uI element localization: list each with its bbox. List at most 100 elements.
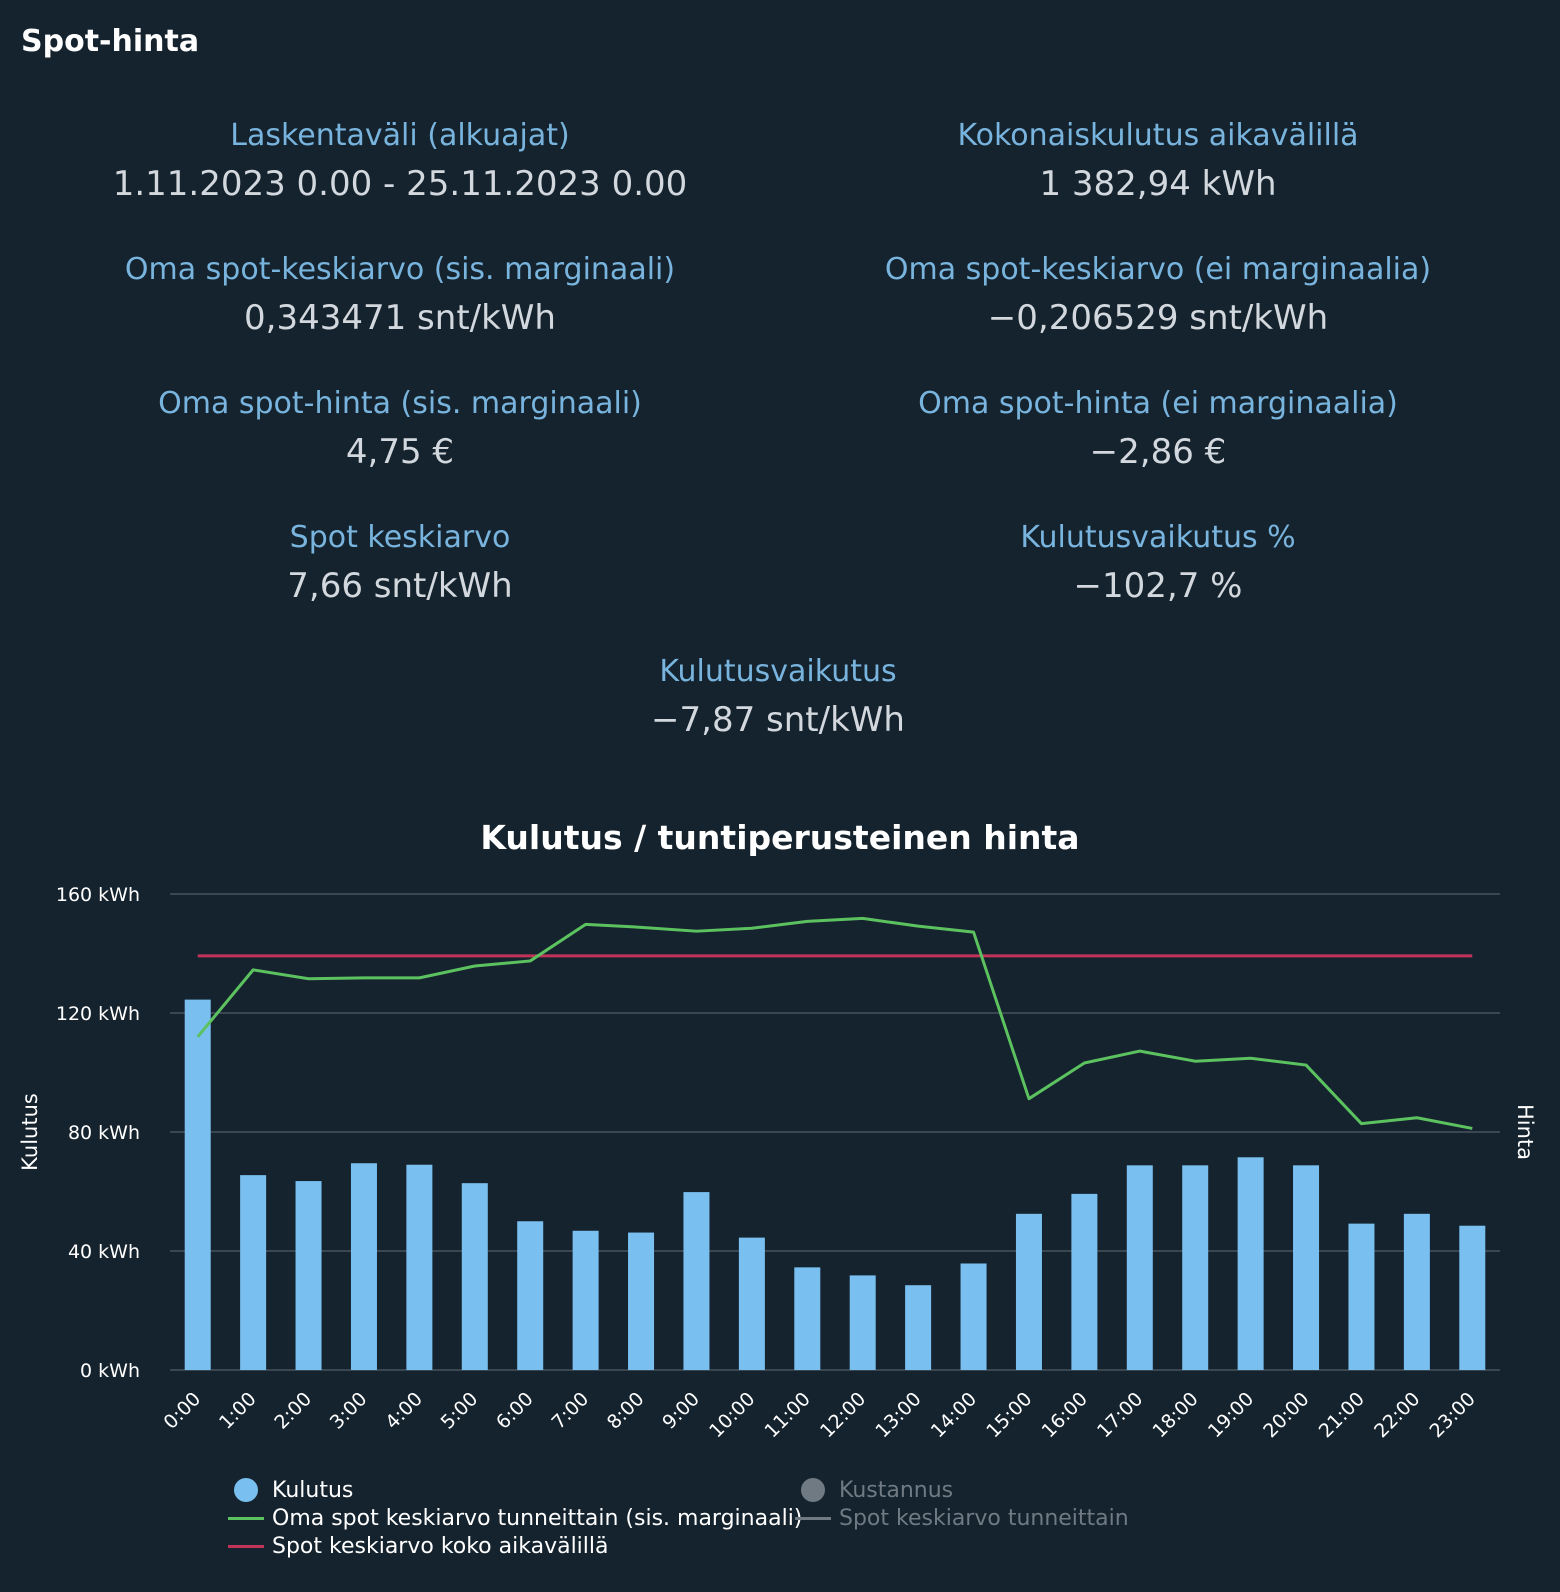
x-tick-label: 5:00 [437,1388,483,1434]
legend-left: Kulutus Oma spot keskiarvo tunneittain (… [212,1476,802,1560]
y-tick-label: 80 kWh [68,1122,140,1144]
stat-calculation-period: Laskentaväli (alkuajat) 1.11.2023 0.00 -… [20,118,780,206]
x-tick-label: 15:00 [982,1388,1036,1442]
chart: 0 kWh 40 kWh 80 kWh 120 kWh 160 kWh Kulutus Hi… [18,884,1537,1442]
bar-kulutus [628,1232,655,1370]
legend-item-spot-avg-hourly[interactable]: Spot keskiarvo tunneittain [779,1504,1129,1532]
legend-marker-spot-avg-hourly [795,1516,831,1520]
bar-kulutus [1015,1213,1042,1370]
stat-value: 0,343471 snt/kWh [244,298,556,338]
x-tick-label: 16:00 [1038,1388,1092,1442]
stat-value: 1.11.2023 0.00 - 25.11.2023 0.00 [112,164,688,204]
bar-kulutus [1071,1193,1098,1370]
bar-kulutus [406,1164,433,1370]
bar-kulutus [738,1237,765,1370]
legend-label: Kulutus [272,1477,354,1503]
bar-kulutus [350,1163,377,1370]
stat-label: Kulutusvaikutus % [1020,520,1296,555]
legend-item-spot-avg-period[interactable]: Spot keskiarvo koko aikavälillä [212,1532,802,1560]
x-tick-label: 12:00 [816,1388,870,1442]
y-tick-label: 0 kWh [80,1360,140,1382]
legend-marker-spot-avg-period [228,1544,264,1548]
x-tick-label: 11:00 [761,1388,815,1442]
x-tick-label: 3:00 [326,1388,372,1434]
y-axis-title: Kulutus [18,1093,42,1171]
legend-label: Spot keskiarvo tunneittain [839,1505,1129,1531]
x-tick-label: 2:00 [270,1388,316,1434]
stat-value: 1 382,94 kWh [1039,164,1277,204]
chart-title: Kulutus / tuntiperusteinen hinta [480,818,1080,857]
stat-value: −102,7 % [1073,566,1243,606]
legend-marker-kulutus [234,1478,258,1502]
stat-total-consumption: Kokonaiskulutus aikavälillä 1 382,94 kWh [778,118,1538,206]
bar-kulutus [1182,1165,1209,1370]
x-tick-label: 1:00 [215,1388,261,1434]
bar-kulutus [240,1175,267,1370]
x-tick-label: 0:00 [160,1388,206,1434]
x-tick-label: 13:00 [871,1388,925,1442]
bar-kulutus [461,1183,488,1370]
x-tick-label: 4:00 [381,1388,427,1434]
legend-label: Oma spot keskiarvo tunneittain (sis. mar… [272,1505,803,1531]
stat-value: 4,75 € [345,432,455,472]
legend-marker-own-spot-hourly [228,1516,264,1520]
stat-own-spot-avg-no-margin: Oma spot-keskiarvo (ei marginaalia) −0,2… [778,252,1538,340]
stat-label: Kulutusvaikutus [659,654,897,689]
bar-kulutus [572,1230,599,1370]
stat-consumption-effect-percent: Kulutusvaikutus % −102,7 % [778,520,1538,608]
bar-kulutus [1126,1165,1153,1370]
stat-own-spot-price-no-margin: Oma spot-hinta (ei marginaalia) −2,86 € [778,386,1538,474]
x-tick-label: 22:00 [1370,1388,1424,1442]
stat-own-spot-avg-with-margin: Oma spot-keskiarvo (sis. marginaali) 0,3… [20,252,780,340]
bar-kulutus [1293,1165,1320,1370]
y-tick-label: 120 kWh [56,1003,140,1025]
bar-kulutus [1403,1213,1430,1370]
legend-marker-kustannus [801,1478,825,1502]
bar-kulutus [849,1275,876,1370]
x-tick-label: 7:00 [547,1388,593,1434]
legend-item-kulutus[interactable]: Kulutus [212,1476,802,1504]
y2-axis-title: Hinta [1513,1104,1537,1160]
legend-item-own-spot-hourly[interactable]: Oma spot keskiarvo tunneittain (sis. mar… [212,1504,802,1532]
bar-kulutus [794,1267,821,1370]
x-tick-label: 17:00 [1093,1388,1147,1442]
x-tick-label: 21:00 [1315,1388,1369,1442]
bar-kulutus [960,1263,987,1370]
y-tick-label: 40 kWh [68,1241,140,1263]
legend-label: Kustannus [839,1477,954,1503]
bar-kulutus [1237,1157,1264,1370]
stat-value: −2,86 € [1089,432,1227,472]
x-tick-label: 18:00 [1148,1388,1202,1442]
bar-kulutus [905,1285,932,1370]
x-tick-label: 14:00 [927,1388,981,1442]
stat-spot-average: Spot keskiarvo 7,66 snt/kWh [20,520,780,608]
x-tick-label: 10:00 [705,1388,759,1442]
stat-value: −0,206529 snt/kWh [987,298,1329,338]
stat-label: Oma spot-hinta (ei marginaalia) [918,386,1398,421]
x-tick-label: 19:00 [1204,1388,1258,1442]
legend-right: Kustannus Spot keskiarvo tunneittain [779,1476,1129,1532]
bar-kulutus [517,1221,544,1370]
stat-own-spot-price-with-margin: Oma spot-hinta (sis. marginaali) 4,75 € [20,386,780,474]
bar-kulutus [683,1192,710,1370]
line-own-spot-hourly [196,916,1473,1130]
stat-value: −7,87 snt/kWh [651,700,905,740]
x-tick-label: 6:00 [492,1388,538,1434]
x-tick-label: 8:00 [603,1388,649,1434]
x-tick-label: 9:00 [658,1388,704,1434]
bar-kulutus [295,1181,322,1370]
x-tick-label: 20:00 [1259,1388,1313,1442]
bar-kulutus [184,999,211,1370]
legend-label: Spot keskiarvo koko aikavälillä [272,1533,609,1559]
legend-item-kustannus[interactable]: Kustannus [779,1476,1129,1504]
stat-label: Oma spot-keskiarvo (sis. marginaali) [124,252,676,287]
stat-label: Kokonaiskulutus aikavälillä [957,118,1359,153]
stat-label: Oma spot-hinta (sis. marginaali) [158,386,642,421]
stat-consumption-effect: Kulutusvaikutus −7,87 snt/kWh [398,654,1158,742]
card-title: Spot-hinta [21,24,200,59]
stat-label: Laskentaväli (alkuajat) [230,118,570,153]
stat-value: 7,66 snt/kWh [287,566,513,606]
bar-kulutus [1348,1223,1375,1370]
x-tick-label: 23:00 [1426,1388,1480,1442]
y-tick-label: 160 kWh [56,884,140,906]
